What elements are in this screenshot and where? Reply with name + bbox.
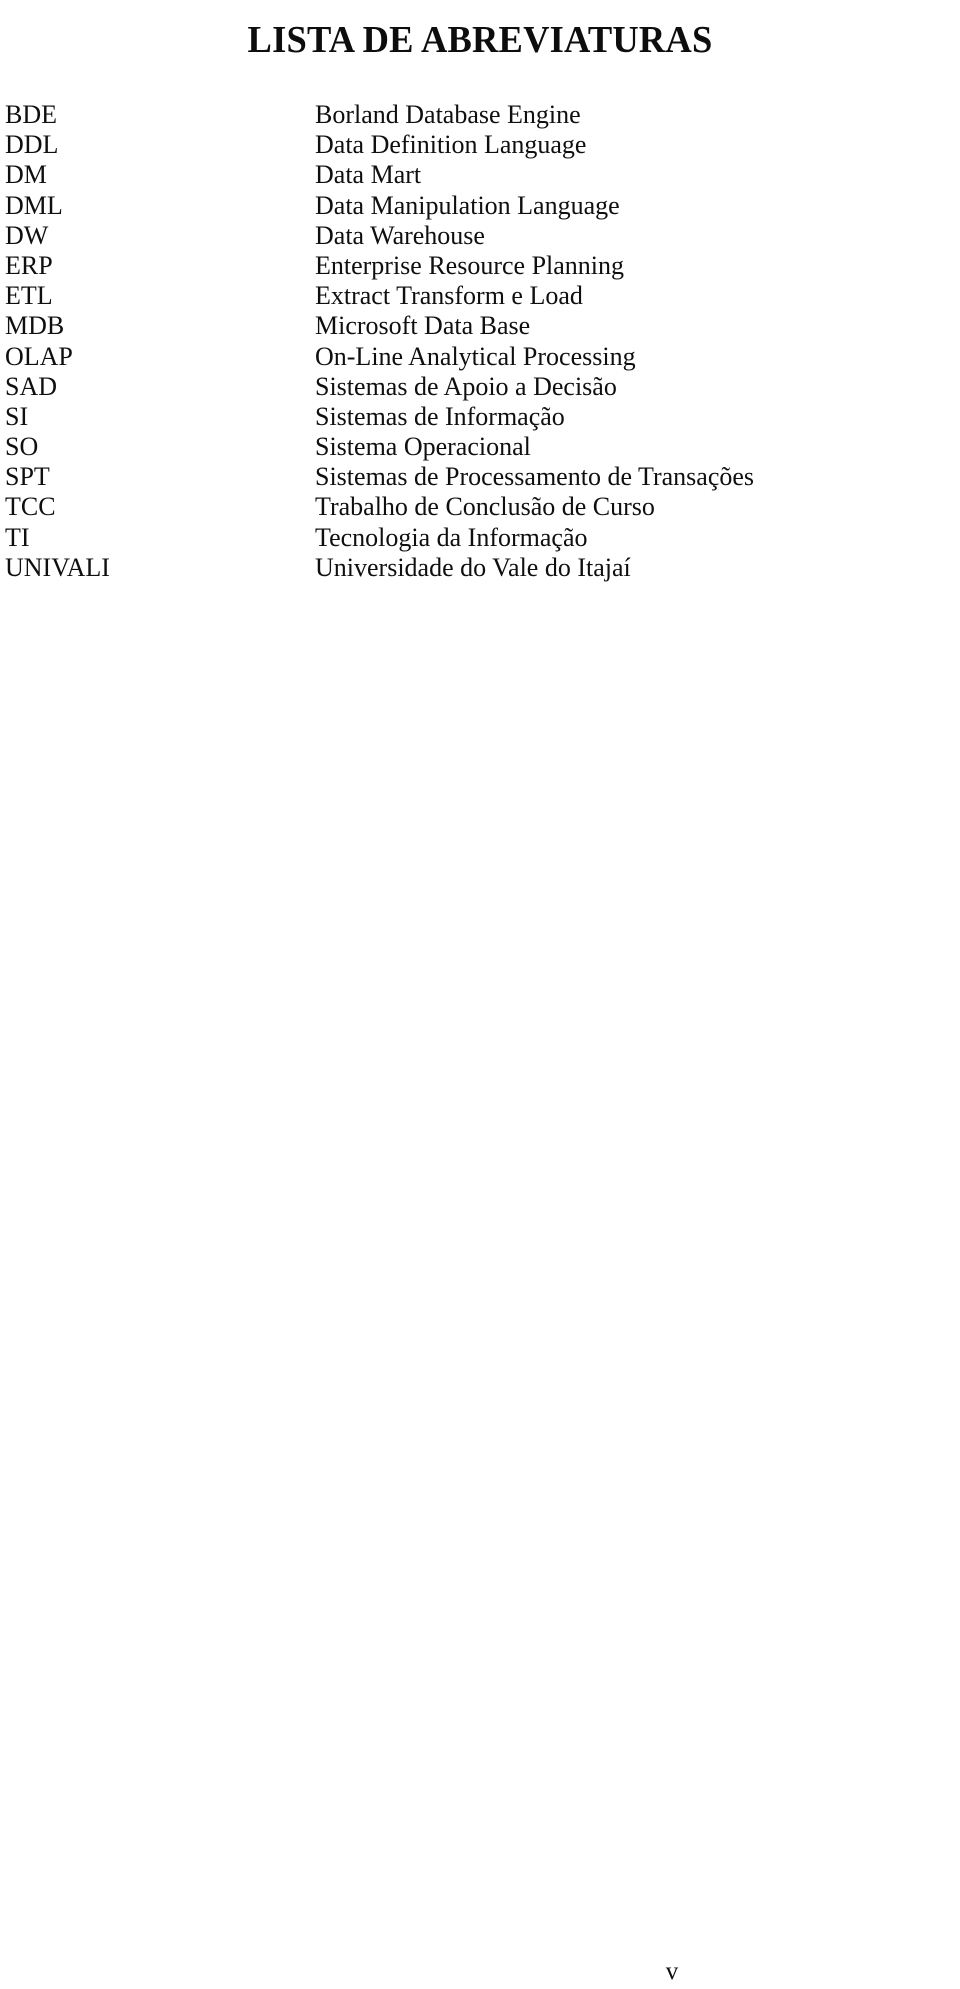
abbreviation-term: SAD (5, 371, 58, 401)
abbreviation-term: TCC (5, 492, 56, 522)
abbreviation-row: DW Data Warehouse (5, 221, 945, 251)
abbreviation-term: ERP (5, 250, 53, 280)
abbreviation-term: UNIVALI (5, 552, 110, 582)
abbreviation-term: SPT (5, 462, 50, 492)
abbreviation-definition: Microsoft Data Base (315, 311, 531, 341)
abbreviation-term: DW (5, 220, 49, 250)
abbreviation-definition: Data Definition Language (315, 130, 587, 160)
abbreviation-definition: Data Manipulation Language (315, 190, 620, 220)
abbreviation-definition: Extract Transform e Load (315, 281, 583, 311)
abbreviation-row: DDL Data Definition Language (5, 130, 945, 160)
abbreviation-definition: Borland Database Engine (315, 100, 581, 129)
abbreviation-definition: Tecnologia da Informação (315, 522, 588, 552)
abbreviation-row: ERP Enterprise Resource Planning (5, 251, 945, 281)
abbreviation-definition: Data Warehouse (315, 220, 485, 250)
abbreviation-definition: Enterprise Resource Planning (315, 250, 625, 280)
abbreviation-row: SO Sistema Operacional (5, 432, 945, 462)
abbreviation-row: MDB Microsoft Data Base (5, 311, 945, 341)
page-number: v (665, 1958, 679, 1985)
abbreviation-definition: Universidade do Vale do Itajaí (315, 552, 631, 582)
abbreviation-term: BDE (5, 100, 57, 129)
abbreviation-term: DDL (5, 130, 59, 160)
abbreviation-row: ETL Extract Transform e Load (5, 281, 945, 311)
abbreviation-row: SI Sistemas de Informação (5, 402, 945, 432)
abbreviation-term: DM (5, 160, 47, 190)
abbreviation-definition: Data Mart (315, 160, 422, 190)
abbreviation-definition: Sistema Operacional (315, 432, 531, 462)
abbreviation-row: TI Tecnologia da Informação (5, 523, 945, 553)
abbreviation-term: TI (5, 522, 30, 552)
abbreviation-row: SPT Sistemas de Processamento de Transaçõ… (5, 462, 945, 492)
abbreviation-row: DM Data Mart (5, 160, 945, 190)
abbreviation-term: SO (5, 432, 39, 462)
abbreviation-term: ETL (5, 281, 53, 311)
abbreviation-row: TCC Trabalho de Conclusão de Curso (5, 492, 945, 522)
abbreviation-term: MDB (5, 311, 65, 341)
abbreviation-definition: Trabalho de Conclusão de Curso (315, 492, 655, 522)
abbreviation-row: DML Data Manipulation Language (5, 191, 945, 221)
abbreviation-row: BDE Borland Database Engine (5, 100, 945, 130)
abbreviation-definition: Sistemas de Informação (315, 401, 565, 431)
abbreviation-definition: Sistemas de Apoio a Decisão (315, 371, 617, 401)
abbreviation-term: DML (5, 190, 63, 220)
abbreviation-term: SI (5, 401, 29, 431)
abbreviation-row: UNIVALI Universidade do Vale do Itajaí (5, 553, 945, 583)
abbreviation-definition: Sistemas de Processamento de Transações (315, 462, 755, 492)
abbreviation-definition: On-Line Analytical Processing (315, 341, 636, 371)
abbreviation-list: BDE Borland Database Engine DDL Data Defini… (5, 100, 945, 583)
abbreviation-row: OLAP On-Line Analytical Processing (5, 342, 945, 372)
abbreviation-row: SAD Sistemas de Apoio a Decisão (5, 372, 945, 402)
document-page: LISTA DE ABREVIATURAS BDE Borland Databas… (0, 0, 960, 1989)
abbreviation-term: OLAP (5, 341, 73, 371)
page-title: LISTA DE ABREVIATURAS (247, 19, 713, 62)
